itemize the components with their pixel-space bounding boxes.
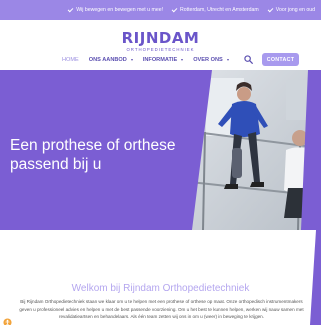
usp-item: Wij bewegen en bewegen met u mee! [67, 6, 164, 13]
nav-item-ons-aanbod[interactable]: ONS AANBOD [89, 57, 133, 63]
caret-down-icon [226, 59, 229, 61]
nav-item-informatie[interactable]: INFORMATIE [142, 57, 184, 63]
caret-down-icon [181, 59, 184, 61]
accessibility-icon[interactable] [3, 318, 12, 325]
intro-heading: Welkom bij Rijndam Orthopedietechniek [71, 283, 250, 294]
nav-item-label: ONS AANBOD [88, 57, 127, 63]
nav-item-label: INFORMATIE [142, 57, 178, 63]
logo-tagline: ORTHOPEDIETECHNIEK [126, 47, 195, 52]
usp-item: Rotterdam, Utrecht en Amsterdam [171, 6, 259, 13]
check-icon [67, 6, 74, 12]
usp-text: Voor jong en oud [275, 7, 315, 13]
logo[interactable]: RIJNDAM [0, 29, 321, 47]
logo-name: RIJNDAM [121, 29, 200, 47]
nav-item-label: OVER ONS [193, 57, 223, 63]
hero-title: Een prothese of orthese [10, 137, 176, 154]
nav-item-home[interactable]: HOME [62, 57, 79, 63]
nav-item-over-ons[interactable]: OVER ONS [193, 57, 229, 63]
contact-label: CONTACT [266, 56, 295, 63]
hero-subtitle: passend bij u [10, 156, 102, 173]
search-icon[interactable] [244, 55, 253, 64]
main-nav: HOME ONS AANBOD INFORMATIE OVER ONS [62, 54, 229, 66]
contact-button[interactable]: CONTACT [262, 53, 299, 66]
top-bar: Wij bewegen en bewegen met u mee! Rotter… [0, 0, 321, 20]
caret-down-icon [130, 59, 133, 61]
intro-text: Bij Rijndam Orthopedietechniek staan we … [19, 299, 304, 319]
usp-item: Voor jong en oud [267, 6, 315, 13]
nav-item-label: HOME [62, 57, 79, 63]
check-icon [171, 6, 178, 12]
check-icon [267, 6, 274, 12]
usp-text: Rotterdam, Utrecht en Amsterdam [180, 7, 259, 13]
usp-text: Wij bewegen en bewegen met u mee! [76, 7, 164, 13]
